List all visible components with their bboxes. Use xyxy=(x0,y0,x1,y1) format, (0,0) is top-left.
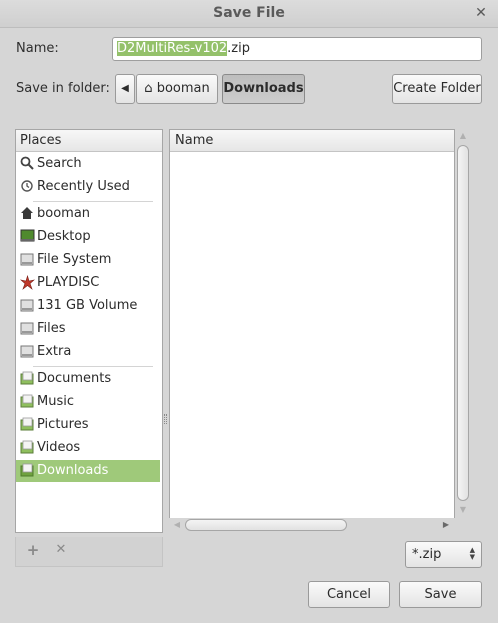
place-item-label: Videos xyxy=(37,440,81,455)
place-item-booman[interactable]: booman xyxy=(16,203,160,225)
home-icon: ⌂ xyxy=(144,81,153,96)
places-separator xyxy=(33,201,153,202)
save-in-folder-label: Save in folder: xyxy=(16,81,110,96)
place-item-label: Pictures xyxy=(37,417,89,432)
folder-icon xyxy=(19,371,35,387)
place-item-label: Search xyxy=(37,156,82,171)
plus-icon[interactable]: + xyxy=(26,543,40,558)
place-item-search[interactable]: Search xyxy=(16,153,160,175)
create-folder-button[interactable]: Create Folder xyxy=(392,74,482,104)
disc-icon xyxy=(19,274,35,291)
place-item-label: booman xyxy=(37,206,91,221)
filename-extension-text: .zip xyxy=(227,41,250,56)
place-item-label: PLAYDISC xyxy=(37,275,100,290)
folder-icon xyxy=(19,394,35,410)
place-item-music[interactable]: Music xyxy=(16,391,160,413)
name-column-label: Name xyxy=(175,133,214,148)
path-crumb-booman[interactable]: ⌂ booman xyxy=(136,74,218,104)
name-label: Name: xyxy=(16,41,59,56)
close-icon[interactable]: ✕ xyxy=(472,4,490,22)
spin-arrows-icon: ▲ ▼ xyxy=(469,546,475,561)
scroll-right-arrow-icon[interactable]: ▶ xyxy=(441,519,451,531)
folder-icon xyxy=(19,417,35,433)
vertical-scrollbar[interactable]: ▲ ▼ xyxy=(456,129,470,519)
place-item-label: Files xyxy=(37,321,66,336)
place-item-files[interactable]: Files xyxy=(16,318,160,340)
path-crumb-label: booman xyxy=(156,81,210,96)
place-item-label: Desktop xyxy=(37,229,91,244)
place-item-label: Extra xyxy=(37,344,72,359)
filename-selected-text: D2MultiRes-v102 xyxy=(117,41,228,56)
place-item-videos[interactable]: Videos xyxy=(16,437,160,459)
window-title: Save File xyxy=(213,5,285,21)
recent-icon xyxy=(19,179,35,195)
filter-value: *.zip xyxy=(412,547,442,562)
place-item-file-system[interactable]: File System xyxy=(16,249,160,271)
path-crumb-label: Downloads xyxy=(223,81,304,96)
horizontal-scrollbar[interactable]: ◀ ▶ xyxy=(169,518,455,532)
place-item-label: Downloads xyxy=(37,463,109,478)
path-back-button[interactable]: ◀ xyxy=(115,74,135,104)
save-button[interactable]: Save xyxy=(399,581,482,608)
place-item-documents[interactable]: Documents xyxy=(16,368,160,390)
file-type-filter-select[interactable]: *.zip ▲ ▼ xyxy=(405,541,482,568)
file-list-panel xyxy=(169,129,455,519)
scroll-down-arrow-icon[interactable]: ▼ xyxy=(459,505,467,515)
name-column-header[interactable]: Name xyxy=(170,130,454,152)
path-crumb-downloads[interactable]: Downloads xyxy=(222,74,305,104)
place-item-label: Music xyxy=(37,394,74,409)
place-item-label: Documents xyxy=(37,371,112,386)
x-icon[interactable]: ✕ xyxy=(54,543,68,557)
place-item-extra[interactable]: Extra xyxy=(16,341,160,363)
filename-input[interactable]: D2MultiRes-v102.zip xyxy=(112,37,482,61)
drive-icon xyxy=(19,252,35,268)
folder-icon xyxy=(19,440,35,456)
folder-icon xyxy=(19,463,35,479)
place-item-pictures[interactable]: Pictures xyxy=(16,414,160,436)
cancel-button[interactable]: Cancel xyxy=(308,581,390,608)
places-list: Search Recently Used booman Desktop File… xyxy=(15,129,163,533)
scroll-left-arrow-icon[interactable]: ◀ xyxy=(172,519,182,531)
triangle-left-icon: ◀ xyxy=(121,83,129,94)
place-item-label: File System xyxy=(37,252,112,267)
pane-splitter-handle[interactable] xyxy=(164,414,167,424)
home-icon xyxy=(19,206,35,222)
place-item-downloads[interactable]: Downloads xyxy=(16,460,160,482)
place-item-recently-used[interactable]: Recently Used xyxy=(16,176,160,198)
vertical-scroll-thumb[interactable] xyxy=(457,145,469,501)
search-icon xyxy=(19,156,35,172)
place-item-label: Recently Used xyxy=(37,179,130,194)
drive-icon xyxy=(19,321,35,337)
place-item-131gb-volume[interactable]: 131 GB Volume xyxy=(16,295,160,317)
scroll-up-arrow-icon[interactable]: ▲ xyxy=(459,131,467,141)
horizontal-scroll-thumb[interactable] xyxy=(185,519,347,531)
desktop-icon xyxy=(19,229,35,245)
places-separator xyxy=(33,366,153,367)
drive-icon xyxy=(19,298,35,314)
place-item-label: 131 GB Volume xyxy=(37,298,138,313)
place-item-playdisc[interactable]: PLAYDISC xyxy=(16,272,160,294)
drive-icon xyxy=(19,344,35,360)
place-item-desktop[interactable]: Desktop xyxy=(16,226,160,248)
